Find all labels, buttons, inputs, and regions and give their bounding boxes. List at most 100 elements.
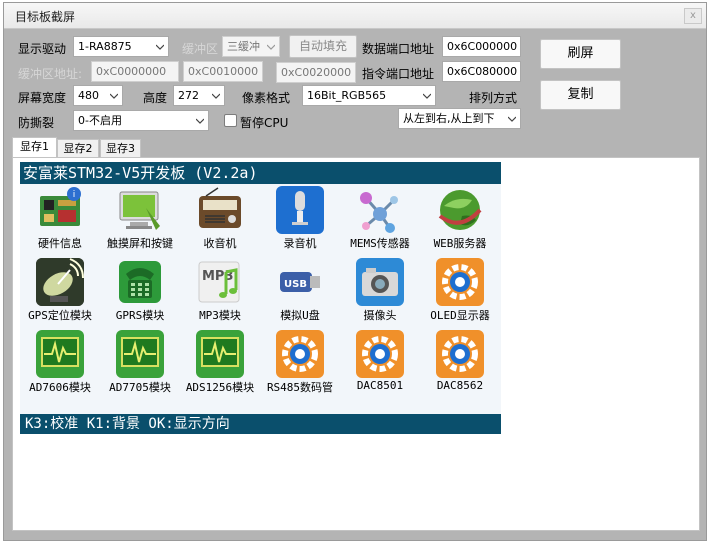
width-select-value: 480: [78, 89, 99, 102]
app-label: DAC8501: [356, 379, 404, 392]
refresh-button[interactable]: 刷屏: [540, 39, 621, 69]
app-label: DAC8562: [436, 379, 484, 392]
lcd-screen: 安富莱STM32-V5开发板 (V2.2a) i 硬件信息 触摸屏和按键 收音机: [20, 162, 501, 434]
app-label: 硬件信息: [38, 237, 82, 250]
web-globe-icon: [436, 186, 484, 234]
app-web-server[interactable]: WEB服务器: [420, 186, 500, 256]
tab-vram1[interactable]: 显存1: [12, 137, 57, 159]
chevron-down-icon: [110, 93, 118, 99]
buffer-addr-input-3[interactable]: 0xC0020000: [276, 62, 356, 83]
data-port-label: 数据端口地址: [362, 42, 435, 56]
gps-dish-icon: [36, 258, 84, 306]
app-label: WEB服务器: [433, 237, 487, 250]
oscilloscope-icon: [36, 330, 84, 378]
height-label: 高度: [143, 91, 168, 105]
app-oled[interactable]: OLED显示器: [420, 258, 500, 328]
app-gps[interactable]: GPS定位模块: [20, 258, 100, 328]
camera-icon: [356, 258, 404, 306]
width-label: 屏幕宽度: [18, 91, 67, 105]
app-label: RS485数码管: [266, 381, 334, 394]
driver-select[interactable]: 1-RA8875: [73, 36, 169, 57]
lcd-footer: K3:校准 K1:背景 OK:显示方向: [20, 414, 501, 434]
mp3-icon: MP3: [196, 258, 244, 306]
anti-tear-value: 0-不启用: [78, 114, 122, 127]
svg-text:i: i: [73, 190, 76, 200]
app-label: 触摸屏和按键: [107, 237, 173, 250]
svg-text:USB: USB: [284, 279, 307, 290]
app-ads1256[interactable]: ADS1256模块: [180, 330, 260, 400]
app-mems-sensor[interactable]: MEMS传感器: [340, 186, 420, 256]
pixel-format-select[interactable]: 16Bit_RGB565: [302, 85, 436, 106]
app-label: 摄像头: [363, 309, 397, 322]
pause-cpu-label: 暂停CPU: [240, 116, 289, 130]
radio-icon: [196, 186, 244, 234]
app-label: OLED显示器: [430, 309, 490, 322]
tab-vram2[interactable]: 显存2: [57, 139, 99, 158]
chevron-down-icon: [267, 44, 275, 50]
chevron-down-icon: [156, 44, 164, 50]
sensor-icon: [356, 186, 404, 234]
anti-tear-select[interactable]: 0-不启用: [73, 110, 209, 131]
gear-icon: [276, 330, 324, 378]
buffer-select[interactable]: 三缓冲: [222, 36, 280, 57]
anti-tear-label: 防撕裂: [18, 116, 55, 130]
app-dac8501[interactable]: DAC8501: [340, 330, 420, 400]
gear-icon: [436, 258, 484, 306]
height-select-value: 272: [178, 89, 199, 102]
buffer-addr-input-1[interactable]: 0xC0000000: [91, 61, 179, 82]
app-label: AD7705模块: [109, 381, 171, 394]
app-dac8562[interactable]: DAC8562: [420, 330, 500, 400]
chevron-down-icon: [423, 93, 431, 99]
app-hardware-info[interactable]: i 硬件信息: [20, 186, 100, 256]
app-label: 模拟U盘: [280, 309, 320, 322]
cmd-port-input[interactable]: 0x6C080000: [442, 61, 521, 82]
hardware-info-icon: i: [36, 186, 84, 234]
vram-panel: 安富莱STM32-V5开发板 (V2.2a) i 硬件信息 触摸屏和按键 收音机: [12, 157, 700, 531]
app-recorder[interactable]: 录音机: [260, 186, 340, 256]
buffer-label: 缓冲区: [182, 42, 219, 56]
pixel-format-value: 16Bit_RGB565: [307, 89, 387, 102]
app-ad7705[interactable]: AD7705模块: [100, 330, 180, 400]
chevron-down-icon: [196, 118, 204, 124]
window-title: 目标板截屏: [15, 10, 76, 24]
lcd-title: 安富莱STM32-V5开发板 (V2.2a): [20, 162, 501, 184]
buffer-addr-input-2[interactable]: 0xC0010000: [183, 61, 263, 82]
app-label: GPRS模块: [115, 309, 165, 322]
app-label: 录音机: [283, 237, 317, 250]
chevron-down-icon: [212, 93, 220, 99]
app-label: AD7606模块: [29, 381, 91, 394]
touch-screen-icon: [116, 186, 164, 234]
oscilloscope-icon: [116, 330, 164, 378]
chevron-down-icon: [508, 116, 516, 122]
app-rs485[interactable]: RS485数码管: [260, 330, 340, 400]
copy-button[interactable]: 复制: [540, 80, 621, 110]
pause-cpu-checkbox[interactable]: [224, 114, 237, 127]
app-label: 收音机: [203, 237, 237, 250]
height-select[interactable]: 272: [173, 85, 225, 106]
app-camera[interactable]: 摄像头: [340, 258, 420, 328]
oscilloscope-icon: [196, 330, 244, 378]
order-label: 排列方式: [469, 91, 518, 105]
app-mp3[interactable]: MP3 MP3模块: [180, 258, 260, 328]
app-label: GPS定位模块: [28, 309, 92, 322]
usb-drive-icon: USB: [276, 258, 324, 306]
app-radio[interactable]: 收音机: [180, 186, 260, 256]
pixel-format-label: 像素格式: [242, 91, 291, 105]
app-touch-keys[interactable]: 触摸屏和按键: [100, 186, 180, 256]
title-bar: 目标板截屏 x: [4, 3, 706, 29]
app-usb-disk[interactable]: USB 模拟U盘: [260, 258, 340, 328]
app-label: MEMS传感器: [350, 237, 410, 250]
app-gprs[interactable]: GPRS模块: [100, 258, 180, 328]
buffer-addr-label: 缓冲区地址:: [18, 67, 83, 81]
width-select[interactable]: 480: [73, 85, 123, 106]
gear-icon: [436, 330, 484, 378]
autofill-button[interactable]: 自动填充: [289, 35, 357, 58]
tab-vram3[interactable]: 显存3: [100, 139, 141, 158]
order-select[interactable]: 从左到右,从上到下: [398, 108, 521, 129]
order-select-value: 从左到右,从上到下: [403, 112, 495, 125]
data-port-input[interactable]: 0x6C000000: [442, 36, 521, 57]
capture-window: 目标板截屏 x 显示驱动 1-RA8875 缓冲区 三缓冲 自动填充 数据端口地…: [3, 2, 707, 541]
close-button[interactable]: x: [684, 8, 702, 24]
app-ad7606[interactable]: AD7606模块: [20, 330, 100, 400]
driver-label: 显示驱动: [18, 42, 67, 56]
